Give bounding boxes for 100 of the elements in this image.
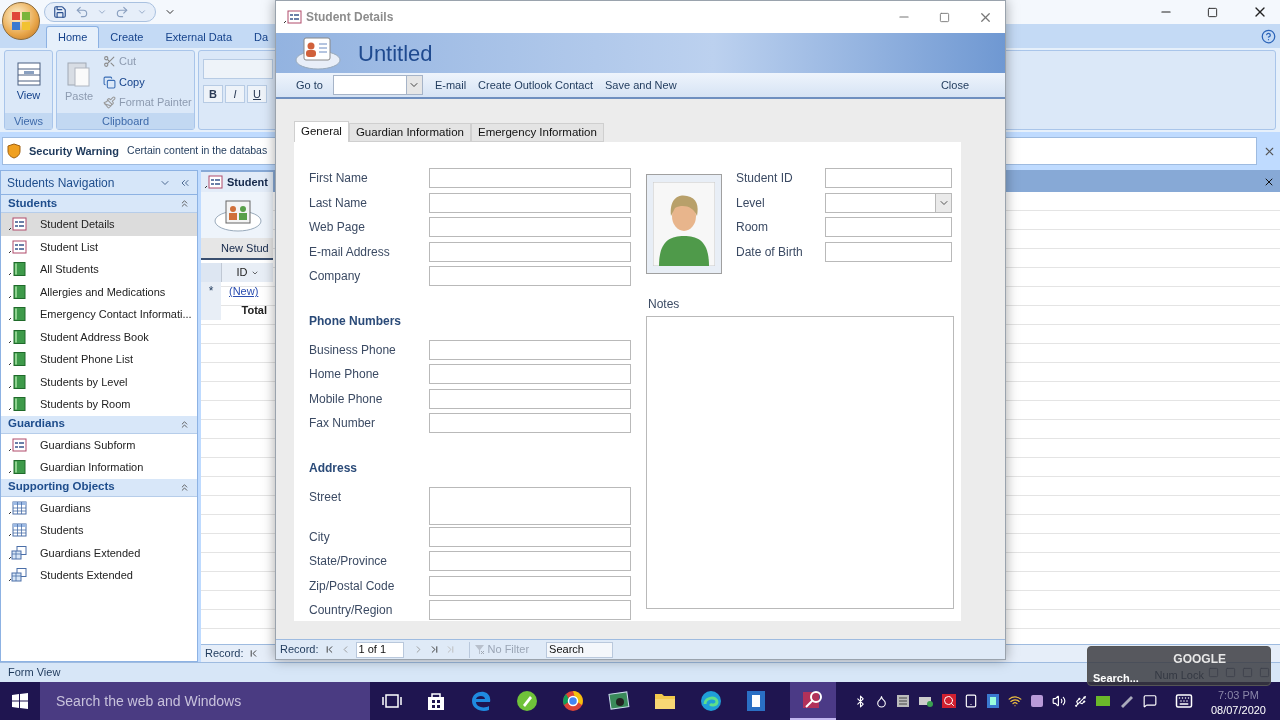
field-label: Street [309, 488, 342, 506]
keyboard-icon[interactable] [1175, 692, 1193, 710]
query-icon [9, 568, 27, 583]
text-field[interactable] [429, 217, 631, 237]
droplet-icon[interactable] [875, 694, 888, 708]
help-icon[interactable] [1261, 29, 1276, 44]
message-icon[interactable] [1143, 694, 1157, 708]
field-label: City [309, 528, 331, 546]
text-field[interactable] [429, 168, 631, 188]
view-button[interactable]: View [5, 51, 52, 113]
task-view-icon[interactable] [382, 693, 402, 709]
navigation-item[interactable]: Guardians Extended [1, 541, 197, 564]
format-button[interactable]: B [203, 85, 223, 103]
undo-icon[interactable] [75, 5, 89, 19]
ribbon-tab[interactable]: External Data [154, 26, 244, 48]
text-field[interactable] [429, 551, 631, 571]
navigation-item[interactable]: All Students [1, 258, 197, 281]
text-field[interactable] [825, 217, 952, 237]
bluetooth-icon[interactable] [854, 694, 867, 708]
toolbar-link[interactable]: Save and New [605, 76, 677, 94]
navigation-item[interactable]: Guardian Information [1, 456, 197, 479]
document-icon[interactable] [746, 690, 766, 712]
photo-icon[interactable] [608, 691, 630, 711]
search-field[interactable]: Search the web and Windows [40, 682, 370, 720]
form-header: Untitled [358, 39, 433, 68]
redo-icon[interactable] [115, 5, 129, 19]
ribbon-tab[interactable]: Create [99, 26, 155, 48]
wifi-icon[interactable] [1008, 694, 1022, 708]
navigation-item[interactable]: Student Phone List [1, 348, 197, 371]
text-field[interactable] [429, 526, 631, 547]
folder-icon[interactable] [654, 692, 676, 710]
goto-combo-box[interactable] [332, 75, 423, 95]
text-field[interactable] [429, 192, 631, 213]
format-button[interactable]: I [225, 85, 245, 103]
clipboard-command[interactable]: Copy [103, 73, 192, 91]
windows-logo-icon[interactable] [12, 693, 28, 709]
text-field[interactable] [429, 266, 631, 286]
volume-icon[interactable] [1052, 694, 1066, 708]
navigation-item[interactable]: Guardians [1, 496, 197, 519]
pen-circle-icon[interactable] [516, 690, 538, 712]
group-header[interactable]: Guardians [1, 415, 197, 434]
navigation-item[interactable]: Allergies and Medications [1, 280, 197, 303]
group-header[interactable]: Supporting Objects [1, 478, 197, 497]
globe-icon[interactable] [562, 690, 584, 712]
navigation-item[interactable]: Students Extended [1, 564, 197, 587]
text-field[interactable] [429, 364, 631, 384]
text-field[interactable] [429, 575, 631, 596]
usb-icon[interactable] [1074, 694, 1087, 708]
form-tab[interactable]: Emergency Information [470, 123, 604, 142]
shopping-bag-icon[interactable] [426, 691, 446, 711]
navigation-item[interactable]: Student Details [1, 213, 197, 236]
list-icon[interactable] [896, 694, 910, 708]
navigation-item[interactable]: Students by Level [1, 370, 197, 393]
format-button[interactable]: U [247, 85, 267, 103]
toolbar-link[interactable]: Create Outlook Contact [478, 76, 594, 94]
save-icon[interactable] [53, 5, 67, 19]
text-field[interactable] [825, 168, 952, 188]
restore-icon[interactable] [1207, 6, 1218, 18]
text-field[interactable] [825, 241, 952, 262]
text-area[interactable] [429, 486, 631, 525]
navigation-item[interactable]: Student List [1, 235, 197, 258]
chip-icon[interactable] [986, 693, 1000, 709]
note-icon[interactable] [1030, 694, 1044, 708]
browser-icon[interactable] [470, 690, 492, 712]
browser-swirl-icon[interactable] [700, 690, 722, 712]
close-link[interactable]: Close [940, 76, 969, 94]
group-header[interactable]: Students [1, 195, 197, 213]
pen-icon[interactable] [1119, 694, 1135, 708]
text-field[interactable] [429, 413, 631, 433]
text-field[interactable] [429, 241, 631, 262]
combo-box[interactable] [825, 192, 952, 213]
navigation-item[interactable]: Students by Room [1, 393, 197, 416]
toolbar-link[interactable]: E-mail [434, 76, 467, 94]
form-tab[interactable]: General [294, 121, 349, 142]
font-field[interactable] [203, 59, 273, 79]
clock-date: 08/07/2020 [1210, 703, 1266, 718]
text-field[interactable] [429, 388, 631, 409]
document-tab[interactable]: Student [201, 172, 273, 192]
text-field[interactable] [429, 600, 631, 620]
ribbon-tab[interactable]: Da [243, 26, 280, 48]
navigation-item[interactable]: Student Address Book [1, 325, 197, 348]
gpu-icon[interactable] [1095, 695, 1111, 707]
tablet-icon[interactable] [964, 694, 978, 708]
navigation-item[interactable]: Students [1, 519, 197, 542]
navigation-item[interactable]: Emergency Contact Informati... [1, 303, 197, 326]
new-student-button[interactable]: New Stud [201, 238, 273, 260]
goto-label: Go to [296, 77, 323, 93]
search-icon[interactable] [942, 694, 956, 708]
network-icon[interactable] [918, 695, 934, 707]
office-button[interactable] [2, 2, 40, 40]
form-tab[interactable]: Guardian Information [348, 123, 471, 142]
record-position-field[interactable]: 1 of 1 [355, 641, 404, 658]
maximize-icon[interactable] [939, 11, 950, 23]
photo-frame[interactable] [646, 174, 722, 274]
close-icon[interactable] [1263, 176, 1275, 188]
ribbon-tab[interactable]: Home [46, 26, 100, 48]
text-field[interactable] [429, 339, 631, 360]
search-field[interactable]: Search [546, 641, 614, 658]
notes-field[interactable] [646, 316, 954, 609]
navigation-item[interactable]: Guardians Subform [1, 433, 197, 456]
